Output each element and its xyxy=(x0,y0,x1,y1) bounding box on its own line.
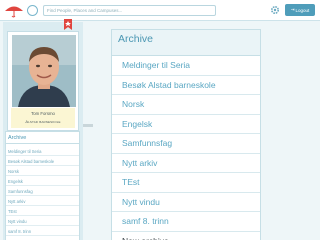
sidebar-item[interactable]: Norsk xyxy=(6,166,79,176)
archive-item[interactable]: Engelsk xyxy=(112,115,260,134)
logo-icon[interactable] xyxy=(3,2,25,18)
profile-name-plate: Tom Forsmo Alstad barneskole xyxy=(11,108,75,128)
logout-label: Logout xyxy=(295,7,310,13)
sidebar-item[interactable]: Samfunnsfag xyxy=(6,186,79,196)
archive-item[interactable]: Samfunnsfag xyxy=(112,134,260,154)
sidebar-item[interactable]: TEst xyxy=(6,206,79,216)
profile-name[interactable]: Tom Forsmo xyxy=(11,111,75,116)
bookmark-icon[interactable] xyxy=(64,19,72,30)
top-bar: ⇥ Logout xyxy=(0,0,320,21)
sidebar-archive-list: Meldinger til Seria Besøk Alstad barnesk… xyxy=(6,146,79,236)
globe-icon[interactable] xyxy=(27,5,38,16)
sidebar-archive-panel: Archive Meldinger til Seria Besøk Alstad… xyxy=(5,131,80,240)
profile-photo[interactable] xyxy=(12,35,76,107)
new-archive-item[interactable]: New archive xyxy=(112,232,260,240)
archive-item[interactable]: Meldinger til Seria xyxy=(112,56,260,76)
sidebar-item[interactable]: Nytt arkiv xyxy=(6,196,79,206)
gear-icon[interactable] xyxy=(270,5,280,15)
sidebar-item[interactable]: Nytt vindu xyxy=(6,216,79,226)
archive-item[interactable]: Besøk Alstad barneskole xyxy=(112,76,260,95)
sidebar-item[interactable]: Besøk Alstad barneskole xyxy=(6,156,79,166)
archive-list: Meldinger til Seria Besøk Alstad barnesk… xyxy=(112,56,260,240)
profile-school[interactable]: Alstad barneskole xyxy=(11,119,75,124)
avatar xyxy=(12,35,76,107)
sidebar-item[interactable]: samf 8. trinn xyxy=(6,226,79,236)
sidebar-item[interactable]: Meldinger til Seria xyxy=(6,146,79,156)
archive-title: Archive xyxy=(112,30,260,56)
archive-panel: Archive Meldinger til Seria Besøk Alstad… xyxy=(111,29,261,240)
archive-item[interactable]: TEst xyxy=(112,173,260,193)
archive-item[interactable]: samf 8. trinn xyxy=(112,212,260,232)
logout-icon: ⇥ xyxy=(290,7,295,12)
collapse-handle[interactable] xyxy=(83,124,93,127)
sidebar-title: Archive xyxy=(6,132,79,144)
archive-item[interactable]: Nytt arkiv xyxy=(112,154,260,173)
logout-button[interactable]: ⇥ Logout xyxy=(285,4,315,16)
archive-item[interactable]: Norsk xyxy=(112,95,260,115)
sidebar-item[interactable]: Engelsk xyxy=(6,176,79,186)
search-input[interactable] xyxy=(43,5,216,16)
archive-item[interactable]: Nytt vindu xyxy=(112,193,260,212)
